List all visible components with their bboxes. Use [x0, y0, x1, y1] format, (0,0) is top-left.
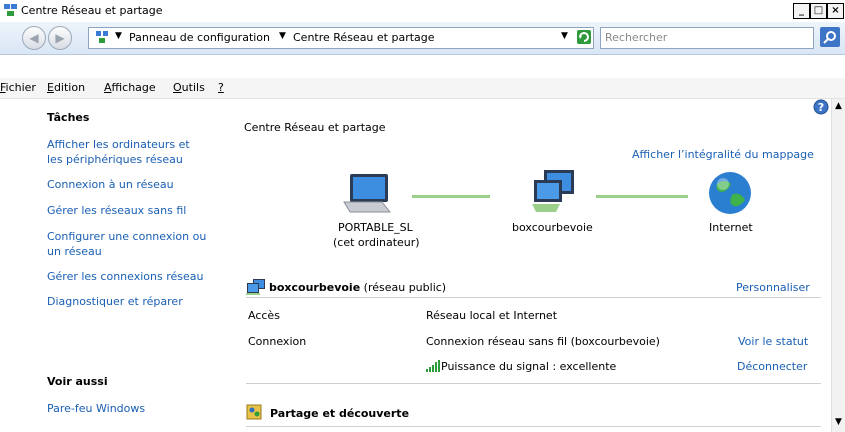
menu-bar: Fichier Edition Affichage Outils ?	[0, 78, 845, 99]
internet-label: Internet	[709, 221, 753, 234]
window-title: Centre Réseau et partage	[21, 4, 163, 17]
page-title: Centre Réseau et partage	[244, 121, 386, 134]
help-icon[interactable]: ?	[813, 99, 829, 115]
svg-text:?: ?	[818, 101, 824, 114]
breadcrumb-arrow-icon[interactable]: ▼	[115, 31, 122, 41]
task-manage-connections-link[interactable]: Gérer les connexions réseau	[47, 269, 217, 284]
refresh-icon[interactable]	[576, 29, 592, 45]
network-type: (réseau public)	[363, 281, 447, 294]
menu-edit-label: dition	[53, 81, 86, 94]
globe-icon	[709, 172, 751, 214]
back-arrow-icon[interactable]: ◀	[22, 26, 46, 50]
task-connect-network-link[interactable]: Connexion à un réseau	[47, 177, 217, 192]
computer-icon	[343, 174, 392, 213]
divider	[246, 297, 821, 298]
menu-tools-label: utils	[181, 81, 205, 94]
task-setup-connection-link[interactable]: Configurer une connexion ou un réseau	[47, 229, 212, 259]
scroll-down-icon[interactable]: ▼	[835, 417, 842, 427]
scrollbar[interactable]: ▲ ▼	[831, 99, 845, 432]
title-bar: Centre Réseau et partage _ □ ×	[0, 0, 845, 23]
address-field[interactable]: ▼ Panneau de configuration ▼ Centre Rése…	[88, 27, 594, 49]
menu-view-label: ffichage	[111, 81, 156, 94]
view-status-link[interactable]: Voir le statut	[738, 335, 808, 348]
connection-label: Connexion	[248, 335, 307, 348]
connection-line	[412, 195, 490, 198]
signal-strength-icon	[426, 360, 440, 372]
scroll-up-icon[interactable]: ▲	[835, 101, 842, 111]
customize-link[interactable]: Personnaliser	[736, 281, 810, 294]
sharing-title: Partage et découverte	[270, 407, 410, 420]
forward-arrow-icon[interactable]: ▶	[48, 26, 72, 50]
connection-line	[596, 195, 688, 198]
connection-value: Connexion réseau sans fil (boxcourbevoie…	[426, 335, 660, 348]
divider	[246, 426, 821, 427]
task-view-computers-link[interactable]: Afficher les ordinateurs et les périphér…	[47, 137, 207, 167]
network-name: boxcourbevoie	[269, 281, 361, 294]
menu-view[interactable]: Affichage	[104, 81, 156, 94]
tasks-pane: Tâches Afficher les ordinateurs et les p…	[0, 99, 228, 432]
breadcrumb-network-center[interactable]: Centre Réseau et partage	[293, 31, 435, 44]
network-icon	[246, 279, 265, 295]
search-input[interactable]: Rechercher	[600, 27, 814, 49]
menu-help[interactable]: ?	[218, 81, 224, 94]
address-toolbar: ◀ ▶ ▼ Panneau de configuration ▼ Centre …	[0, 22, 845, 55]
sharing-icon	[246, 404, 262, 420]
breadcrumb-arrow-icon[interactable]: ▼	[279, 31, 286, 41]
network-map-name: boxcourbevoie	[512, 221, 593, 234]
network-center-icon	[96, 31, 108, 43]
computer-sub: (cet ordinateur)	[333, 236, 420, 249]
tasks-heading: Tâches	[47, 111, 90, 124]
task-diagnose-repair-link[interactable]: Diagnostiquer et réparer	[47, 294, 217, 309]
menu-edit[interactable]: Edition	[47, 81, 85, 94]
search-placeholder: Rechercher	[605, 31, 668, 44]
breadcrumb-control-panel[interactable]: Panneau de configuration	[129, 31, 270, 44]
minimize-button[interactable]: _	[793, 3, 810, 19]
access-label: Accès	[248, 309, 280, 322]
task-manage-wireless-link[interactable]: Gérer les réseaux sans fil	[47, 203, 217, 218]
close-button[interactable]: ×	[827, 3, 844, 19]
network-center-icon	[4, 4, 17, 16]
computer-name: PORTABLE_SL	[338, 221, 413, 234]
disconnect-link[interactable]: Déconnecter	[737, 360, 807, 373]
see-also-heading: Voir aussi	[47, 375, 108, 388]
address-dropdown-icon[interactable]: ▼	[561, 31, 568, 41]
menu-help-label: ?	[218, 81, 224, 94]
menu-edit-mnemonic: E	[47, 81, 54, 94]
search-icon[interactable]	[820, 27, 840, 47]
maximize-button[interactable]: □	[810, 3, 827, 19]
menu-file[interactable]: Fichier	[0, 81, 36, 94]
full-map-link[interactable]: Afficher l’intégralité du mappage	[632, 148, 814, 161]
signal-strength-text: Puissance du signal : excellente	[441, 360, 617, 373]
network-icon	[532, 170, 574, 212]
menu-file-label: ichier	[5, 81, 36, 94]
menu-tools-mnemonic: O	[173, 81, 182, 94]
menu-view-mnemonic: A	[104, 81, 112, 94]
divider	[246, 383, 821, 384]
network-heading: boxcourbevoie (réseau public)	[269, 281, 446, 294]
firewall-link[interactable]: Pare-feu Windows	[47, 401, 217, 416]
access-value: Réseau local et Internet	[426, 309, 558, 322]
menu-tools[interactable]: Outils	[173, 81, 205, 94]
